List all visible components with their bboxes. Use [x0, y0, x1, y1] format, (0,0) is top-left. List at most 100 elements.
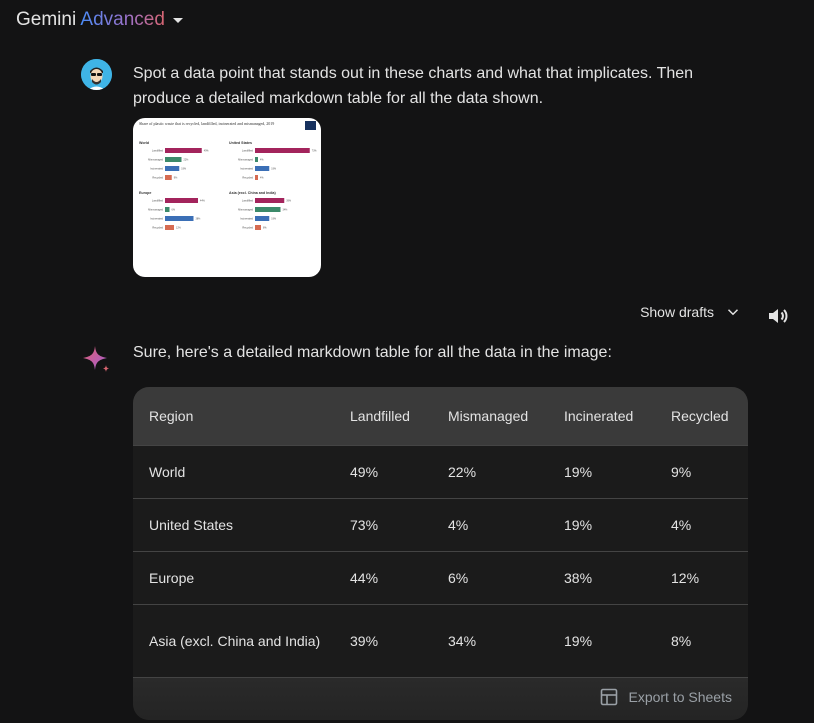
cell-recycled: 9% [655, 444, 748, 498]
thumbnail-bar [255, 175, 258, 180]
thumbnail-bar-value: 19% [181, 168, 187, 171]
thumbnail-bar [165, 157, 182, 162]
thumbnail-bar-value: 4% [260, 159, 264, 162]
cell-incinerated: 38% [548, 550, 655, 604]
thumbnail-bar-value: 44% [200, 200, 206, 203]
thumbnail-panel-title: Europe [139, 191, 151, 195]
cell-incinerated: 19% [548, 497, 655, 551]
cell-incinerated: 19% [548, 603, 655, 677]
thumbnail-bar [255, 166, 270, 171]
table-row: Europe 44% 6% 38% 12% [133, 550, 748, 604]
thumbnail-bar [255, 216, 270, 221]
thumbnail-panel-title: United States [229, 141, 252, 145]
thumbnail-bar-label: Incinerated [150, 167, 163, 171]
thumbnail-bar-label: Landfilled [152, 199, 164, 203]
thumbnail-bar [165, 216, 194, 221]
cell-mismanaged: 34% [432, 603, 548, 677]
header-landfilled: Landfilled [350, 407, 410, 424]
cell-incinerated: 19% [548, 444, 655, 498]
thumbnail-bar [165, 166, 180, 171]
cell-recycled: 12% [655, 550, 748, 604]
response-intro: Sure, here's a detailed markdown table f… [133, 344, 612, 361]
cell-landfilled: 44% [334, 550, 432, 604]
thumbnail-bar [255, 225, 261, 230]
chevron-down-icon [727, 309, 739, 316]
thumbnail-bar-label: Recycled [152, 226, 163, 230]
gemini-sparkle-icon [81, 344, 111, 374]
header-region: Region [149, 407, 194, 424]
cell-region: Asia (excl. China and India) [133, 603, 334, 677]
thumbnail-bar [165, 225, 174, 230]
thumbnail-bar-value: 49% [204, 150, 210, 153]
cell-landfilled: 49% [334, 444, 432, 498]
header-mismanaged: Mismanaged [448, 407, 529, 424]
thumbnail-chart: WorldLandfilled 49%Mismanaged 22%Incinerat… [139, 141, 317, 230]
thumbnail-bar-label: Mismanaged [148, 158, 163, 162]
thumbnail-bar [165, 175, 172, 180]
table-row: United States 73% 4% 19% 4% [133, 497, 748, 551]
thumbnail-bar-value: 22% [184, 159, 190, 162]
thumbnail-panel-title: Asia (excl. China and India) [229, 191, 277, 195]
thumbnail-bar-label: Recycled [242, 226, 253, 230]
show-drafts-label: Show drafts [640, 304, 714, 320]
thumbnail-bar-label: Mismanaged [148, 208, 163, 212]
advanced-label: Advanced [80, 9, 165, 30]
cell-mismanaged: 22% [432, 444, 548, 498]
thumbnail-bar-value: 8% [263, 227, 267, 230]
thumbnail-bar-value: 39% [286, 200, 292, 203]
thumbnail-bar-value: 19% [271, 218, 277, 221]
thumbnail-panel-title: World [139, 141, 149, 145]
cell-landfilled: 39% [334, 603, 432, 677]
cell-recycled: 8% [655, 603, 748, 677]
cell-landfilled: 73% [334, 497, 432, 551]
data-table-card: Region Landfilled Mismanaged Incinerated… [133, 387, 748, 720]
thumbnail-bar-label: Incinerated [240, 217, 253, 221]
header-incinerated: Incinerated [564, 407, 634, 424]
thumbnail-bar [165, 148, 202, 153]
header-recycled: Recycled [671, 407, 729, 424]
thumbnail-bar-value: 12% [176, 227, 182, 230]
table-footer: Export to Sheets [133, 677, 748, 720]
thumbnail-bar-label: Recycled [242, 176, 253, 180]
thumbnail-bar-label: Incinerated [240, 167, 253, 171]
show-drafts-button[interactable]: Show drafts [640, 303, 742, 321]
table-row: Asia (excl. China and India) 39% 34% 19%… [133, 603, 748, 677]
table-header-row: Region Landfilled Mismanaged Incinerated… [133, 387, 748, 445]
cell-region: Europe [133, 550, 334, 604]
export-to-sheets-label: Export to Sheets [628, 689, 732, 705]
cell-mismanaged: 6% [432, 550, 548, 604]
thumbnail-bar-value: 38% [196, 218, 202, 221]
thumbnail-bar-label: Incinerated [150, 217, 163, 221]
export-to-sheets-button[interactable]: Export to Sheets [600, 688, 732, 706]
model-selector[interactable]: Gemini Advanced [16, 8, 183, 32]
thumbnail-bar-label: Landfilled [242, 199, 254, 203]
thumbnail-bar [255, 157, 258, 162]
thumbnail-bar-label: Mismanaged [238, 208, 253, 212]
user-prompt: Spot a data point that stands out in the… [133, 65, 694, 107]
thumbnail-bar-value: 19% [271, 168, 277, 171]
thumbnail-bar-label: Landfilled [152, 149, 164, 153]
thumbnail-bar-label: Landfilled [242, 149, 254, 153]
thumbnail-bar-value: 4% [260, 177, 264, 180]
thumbnail-bar [255, 207, 281, 212]
thumbnail-bar [255, 148, 310, 153]
sheets-table-icon [601, 688, 618, 706]
thumbnail-bar-value: 6% [172, 209, 176, 212]
thumbnail-bar [255, 198, 285, 203]
caret-down-icon [172, 17, 183, 23]
thumbnail-bar-label: Mismanaged [238, 158, 253, 162]
attached-image-thumbnail[interactable]: Share of plastic waste that is recycled,… [133, 118, 321, 277]
cell-region: United States [133, 497, 334, 551]
thumbnail-bar [165, 207, 170, 212]
app-title: Gemini Advanced [16, 9, 165, 30]
data-table: Region Landfilled Mismanaged Incinerated… [133, 387, 748, 677]
cell-recycled: 4% [655, 497, 748, 551]
cell-region: World [133, 444, 334, 498]
thumbnail-bar-value: 34% [283, 209, 289, 212]
cell-mismanaged: 4% [432, 497, 548, 551]
table-row: World 49% 22% 19% 9% [133, 444, 748, 498]
user-avatar [81, 59, 112, 90]
speaker-icon[interactable] [766, 304, 790, 328]
thumbnail-bar [165, 198, 198, 203]
thumbnail-bar-value: 9% [174, 177, 178, 180]
